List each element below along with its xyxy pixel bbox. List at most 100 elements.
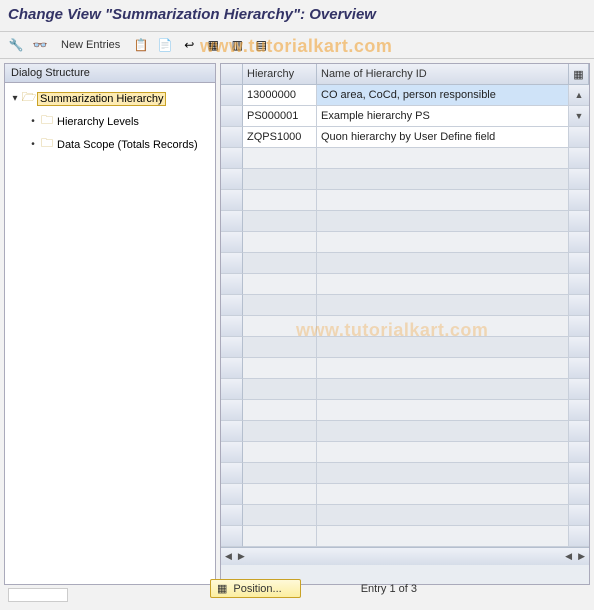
cell-empty[interactable] (243, 358, 317, 379)
tree-item-data-scope[interactable]: • 🗀 Data Scope (Totals Records) (25, 133, 213, 156)
expand-icon[interactable]: 🔧 (6, 35, 26, 55)
collapse-icon[interactable]: ▾ (9, 93, 21, 104)
row-selector[interactable] (221, 85, 243, 106)
glasses-icon[interactable]: 👓 (30, 35, 50, 55)
select-block-icon[interactable]: ▥ (227, 35, 247, 55)
copy-icon[interactable]: 📋 (131, 35, 151, 55)
cell-empty[interactable] (317, 379, 569, 400)
row-selector[interactable] (221, 232, 243, 253)
cell-empty[interactable] (317, 337, 569, 358)
row-selector[interactable] (221, 148, 243, 169)
cell-empty[interactable] (317, 253, 569, 274)
cell-empty[interactable] (243, 442, 317, 463)
scroll-right-icon[interactable]: ▶ (236, 551, 247, 562)
row-selector[interactable] (221, 253, 243, 274)
cell-empty[interactable] (317, 316, 569, 337)
cell-empty[interactable] (243, 253, 317, 274)
cell-name[interactable]: Example hierarchy PS (317, 106, 569, 127)
new-entries-button[interactable]: New Entries (54, 36, 127, 54)
row-selector[interactable] (221, 463, 243, 484)
cell-empty[interactable] (243, 337, 317, 358)
cell-empty[interactable] (243, 232, 317, 253)
position-button[interactable]: ▦ Position... (210, 579, 301, 598)
cell-empty[interactable] (317, 484, 569, 505)
cell-empty[interactable] (317, 463, 569, 484)
cell-empty[interactable] (243, 526, 317, 547)
cell-empty[interactable] (317, 400, 569, 421)
cell-empty[interactable] (317, 442, 569, 463)
row-selector[interactable] (221, 505, 243, 526)
col-header-hierarchy[interactable]: Hierarchy (243, 64, 317, 85)
row-selector[interactable] (221, 127, 243, 148)
cell-name[interactable]: CO area, CoCd, person responsible (317, 85, 569, 106)
row-selector[interactable] (221, 358, 243, 379)
bullet-icon: • (27, 116, 39, 127)
cell-hierarchy[interactable]: 13000000 (243, 85, 317, 106)
cell-empty[interactable] (243, 484, 317, 505)
row-selector[interactable] (221, 379, 243, 400)
scroll-right-icon[interactable]: ▶ (576, 551, 587, 562)
cell-name[interactable]: Quon hierarchy by User Define field (317, 127, 569, 148)
cell-hierarchy[interactable]: PS000001 (243, 106, 317, 127)
row-selector[interactable] (221, 484, 243, 505)
grid-corner[interactable] (221, 64, 243, 85)
cell-empty[interactable] (243, 169, 317, 190)
row-selector[interactable] (221, 106, 243, 127)
scroll-left-icon[interactable]: ◀ (563, 551, 574, 562)
cell-empty[interactable] (317, 169, 569, 190)
row-selector[interactable] (221, 274, 243, 295)
row-selector[interactable] (221, 211, 243, 232)
row-selector[interactable] (221, 400, 243, 421)
cell-empty[interactable] (317, 190, 569, 211)
tree: ▾ 🗁 Summarization Hierarchy • 🗀 Hierarch… (5, 83, 215, 584)
tree-root[interactable]: ▾ 🗁 Summarization Hierarchy (7, 87, 213, 110)
cell-empty[interactable] (243, 421, 317, 442)
scroll-left-icon[interactable]: ◀ (223, 551, 234, 562)
row-selector[interactable] (221, 295, 243, 316)
cell-empty[interactable] (243, 190, 317, 211)
cell-empty[interactable] (317, 232, 569, 253)
cell-empty[interactable] (243, 295, 317, 316)
undo-icon[interactable]: ↩ (179, 35, 199, 55)
row-scroll (569, 421, 589, 442)
title-bar: Change View "Summarization Hierarchy": O… (0, 0, 594, 32)
tree-item-hierarchy-levels[interactable]: • 🗀 Hierarchy Levels (25, 110, 213, 133)
cell-empty[interactable] (317, 148, 569, 169)
cell-empty[interactable] (243, 274, 317, 295)
cell-empty[interactable] (243, 211, 317, 232)
row-selector[interactable] (221, 526, 243, 547)
cell-empty[interactable] (317, 505, 569, 526)
row-selector[interactable] (221, 316, 243, 337)
row-scroll (569, 379, 589, 400)
deselect-icon[interactable]: ▤ (251, 35, 271, 55)
row-scroll (569, 400, 589, 421)
cell-empty[interactable] (243, 400, 317, 421)
grid-settings-icon[interactable]: ▦ (569, 64, 589, 85)
cell-empty[interactable] (317, 295, 569, 316)
cell-empty[interactable] (317, 274, 569, 295)
row-selector[interactable] (221, 337, 243, 358)
save-icon[interactable]: 📄 (155, 35, 175, 55)
cell-hierarchy[interactable]: ZQPS1000 (243, 127, 317, 148)
row-selector[interactable] (221, 442, 243, 463)
cell-empty[interactable] (317, 421, 569, 442)
row-scroll (569, 316, 589, 337)
cell-empty[interactable] (243, 148, 317, 169)
position-icon: ▦ (217, 582, 227, 595)
row-selector[interactable] (221, 190, 243, 211)
cell-empty[interactable] (243, 316, 317, 337)
cell-empty[interactable] (317, 526, 569, 547)
bullet-icon: • (27, 139, 39, 150)
row-selector[interactable] (221, 421, 243, 442)
cell-empty[interactable] (243, 505, 317, 526)
cell-empty[interactable] (317, 211, 569, 232)
select-all-icon[interactable]: ▦ (203, 35, 223, 55)
horizontal-scrollbar[interactable]: ◀ ▶ ◀ ▶ (221, 547, 589, 565)
row-selector[interactable] (221, 169, 243, 190)
col-header-name[interactable]: Name of Hierarchy ID (317, 64, 569, 85)
cell-empty[interactable] (317, 358, 569, 379)
cell-empty[interactable] (243, 379, 317, 400)
content-area: Dialog Structure ▾ 🗁 Summarization Hiera… (0, 59, 594, 589)
entry-count-text: Entry 1 of 3 (361, 583, 417, 595)
cell-empty[interactable] (243, 463, 317, 484)
